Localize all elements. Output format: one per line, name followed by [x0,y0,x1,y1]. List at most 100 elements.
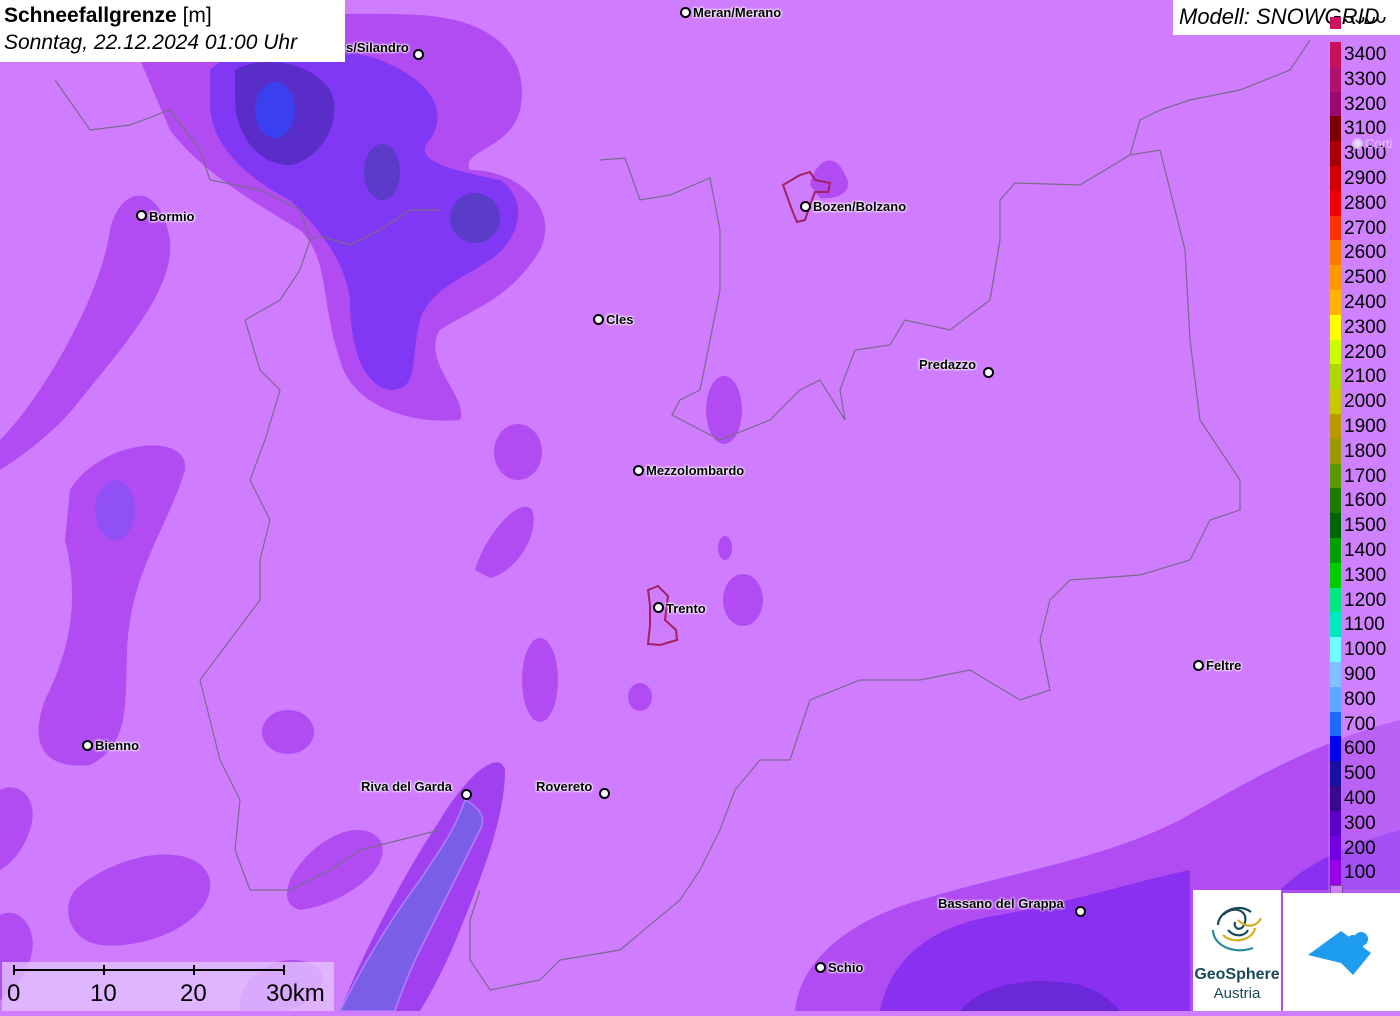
legend-swatch [1330,538,1341,563]
legend-swatch [1330,786,1341,811]
scale-label-0: 0 [7,980,21,1007]
city-marker-cles[interactable] [593,314,604,325]
city-label-bienno: Bienno [95,738,140,753]
city-marker-schio[interactable] [815,962,826,973]
scale-label-10: 10 [90,980,117,1007]
city-marker-bassano[interactable] [1075,906,1086,917]
legend-label: 900 [1344,664,1376,685]
legend-swatch [1330,438,1341,464]
city-marker-bormio[interactable] [136,210,147,221]
legend-row: 3300 [1328,66,1400,92]
city-label-feltre: Feltre [1206,658,1242,673]
legend-label: 2100 [1344,366,1387,388]
legend-label: 2800 [1344,192,1387,214]
city-label-predazzo: Predazzo [919,357,977,372]
map-title-main: Schneefallgrenze [4,4,177,27]
city-marker-bozen[interactable] [800,201,811,212]
legend-swatch [1330,860,1341,886]
legend-label: 1200 [1344,589,1387,611]
city-label-bassano: Bassano del Grappa [938,896,1064,911]
legend-swatch [1330,612,1341,638]
legend-swatch [1330,190,1341,216]
legend-swatch [1330,17,1341,30]
city-marker-mezzolombardo[interactable] [633,465,644,476]
legend-label: 1100 [1344,614,1385,636]
legend-row: 2700 [1328,215,1400,241]
legend-row: 2000 [1328,389,1400,414]
legend-label: 1800 [1344,440,1387,462]
legend-swatch [1330,364,1341,390]
legend-swatch [1330,240,1341,266]
app-logo[interactable] [1283,893,1400,1011]
city-marker-predazzo[interactable] [983,367,994,378]
legend-label: 3200 [1344,93,1387,115]
legend-label: 2300 [1344,316,1387,338]
city-label-meran: Meran/Merano [693,5,782,20]
legend-label: 1900 [1344,416,1387,437]
legend-row: 300 [1328,810,1400,836]
legend-row: 2900 [1328,166,1400,191]
legend-label: 2200 [1344,341,1387,363]
legend-swatch [1330,736,1341,762]
city-label-schio: Schio [828,960,864,975]
city-marker-bienno[interactable] [82,740,93,751]
legend-row: 1300 [1328,562,1400,588]
legend-swatch [1330,66,1341,92]
snowline-area-dark-spot [364,144,400,200]
legend-swatch [1330,810,1341,836]
legend-label: 1600 [1344,490,1387,512]
city-marker-cortina[interactable] [1352,138,1363,149]
city-label-mezzolombardo: Mezzolombardo [646,463,745,478]
city-marker-trento[interactable] [653,602,664,613]
legend-swatch [1330,835,1341,861]
legend-label: 100 [1344,862,1376,884]
legend-row: 1000 [1328,637,1400,662]
legend-swatch [1330,414,1341,439]
legend-swatch [1330,314,1341,340]
legend-label: 2400 [1344,292,1387,313]
legend-label: 2000 [1344,391,1387,413]
legend-row: 2600 [1328,240,1400,266]
snowline-area-blob [262,710,314,754]
city-label-cortina: Corti [1365,136,1393,151]
map-title-unit: [m] [182,4,212,27]
geosphere-austria-logo[interactable]: GeoSphere Austria [1193,890,1281,1011]
snow-house-icon [1308,931,1371,975]
legend-row: 100 [1328,860,1400,886]
legend-swatch [1330,686,1341,712]
legend-row: 900 [1328,662,1400,687]
legend-swatch [1330,662,1341,687]
legend-row: 2200 [1328,339,1400,365]
snowline-area-blue-core [255,82,295,138]
legend-label: 500 [1344,763,1376,785]
city-marker-rovereto[interactable] [599,788,610,799]
legend-swatch [1330,761,1341,786]
legend-label: 1400 [1344,540,1387,561]
city-label-bozen: Bozen/Bolzano [813,199,907,214]
snowline-area-blob [718,536,732,560]
legend-label: 600 [1344,738,1376,760]
legend-swatch [1330,91,1341,117]
legend-label: 200 [1344,837,1376,859]
legend-swatch [1330,42,1341,67]
legend-label: 2700 [1344,217,1387,239]
legend-row: 1200 [1328,587,1400,613]
city-marker-riva[interactable] [461,789,472,800]
city-marker-feltre[interactable] [1193,660,1204,671]
city-label-bormio: Bormio [149,209,195,224]
legend-swatch [1330,513,1341,538]
legend-label: 700 [1344,713,1376,735]
legend-row: 1400 [1328,538,1400,563]
geosphere-logo-line1: GeoSphere [1194,966,1280,983]
legend-row-top: 3500 [1328,17,1400,30]
city-marker-silandro[interactable] [413,49,424,60]
legend-row: 2100 [1328,364,1400,390]
city-marker-meran[interactable] [680,7,691,18]
snowfall-limit-map[interactable] [0,0,1400,1011]
legend-row: 200 [1328,835,1400,861]
legend-row: 400 [1328,786,1400,811]
city-label-trento: Trento [666,601,706,616]
legend-row: 500 [1328,761,1400,786]
legend-label: 1300 [1344,564,1387,586]
legend-swatch [1330,290,1341,315]
